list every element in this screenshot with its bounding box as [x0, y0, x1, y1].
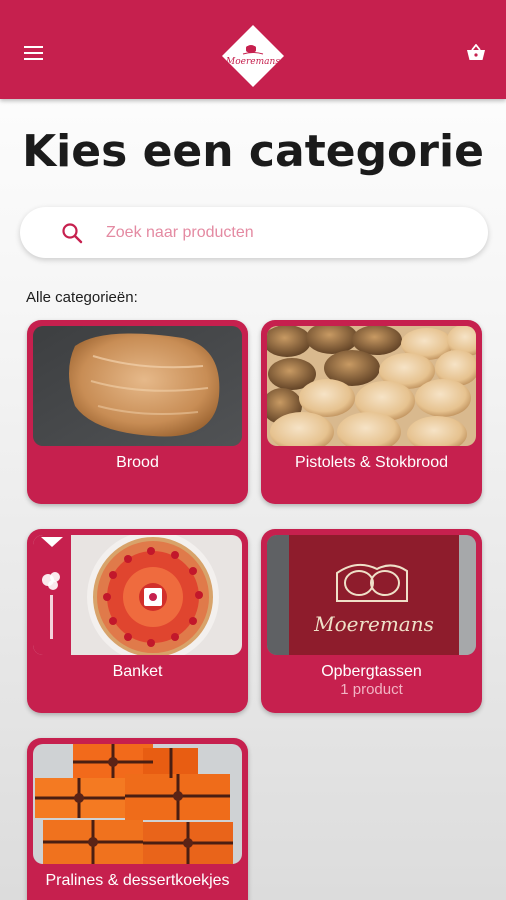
- category-image-pralines: [33, 744, 242, 864]
- category-count: 1 product: [340, 681, 403, 698]
- svg-text:Moeremans: Moeremans: [225, 57, 280, 67]
- category-card-banket[interactable]: Banket: [27, 529, 248, 713]
- cart-button[interactable]: [460, 37, 492, 69]
- category-image-pistolets: [267, 326, 476, 446]
- search-bar[interactable]: [20, 207, 488, 258]
- category-label: Pistolets & Stokbrood: [295, 454, 448, 471]
- menu-button[interactable]: [18, 37, 50, 69]
- category-card-brood[interactable]: Brood: [27, 320, 248, 504]
- section-label: Alle categorieën:: [26, 289, 138, 306]
- category-card-opbergtassen[interactable]: Moeremans Opbergtassen 1 product: [261, 529, 482, 713]
- category-label: Banket: [112, 663, 163, 680]
- category-image-opbergtassen: Moeremans: [267, 535, 476, 655]
- category-image-brood: [33, 326, 242, 446]
- category-image-banket: [33, 535, 242, 655]
- category-label: Opbergtassen: [321, 663, 422, 680]
- app-header: Moeremans: [0, 0, 506, 99]
- svg-text:Moeremans: Moeremans: [313, 612, 434, 636]
- category-label: Brood: [116, 454, 159, 471]
- brand-logo[interactable]: Moeremans: [221, 24, 285, 88]
- hamburger-menu-icon: [24, 46, 43, 60]
- category-card-pistolets[interactable]: Pistolets & Stokbrood: [261, 320, 482, 504]
- category-label: Pralines & dessertkoekjes: [45, 872, 230, 889]
- search-input[interactable]: [106, 207, 466, 258]
- page-title: Kies een categorie: [22, 126, 484, 177]
- basket-icon: [467, 44, 485, 60]
- category-card-pralines[interactable]: Pralines & dessertkoekjes: [27, 738, 248, 900]
- search-icon: [62, 223, 83, 244]
